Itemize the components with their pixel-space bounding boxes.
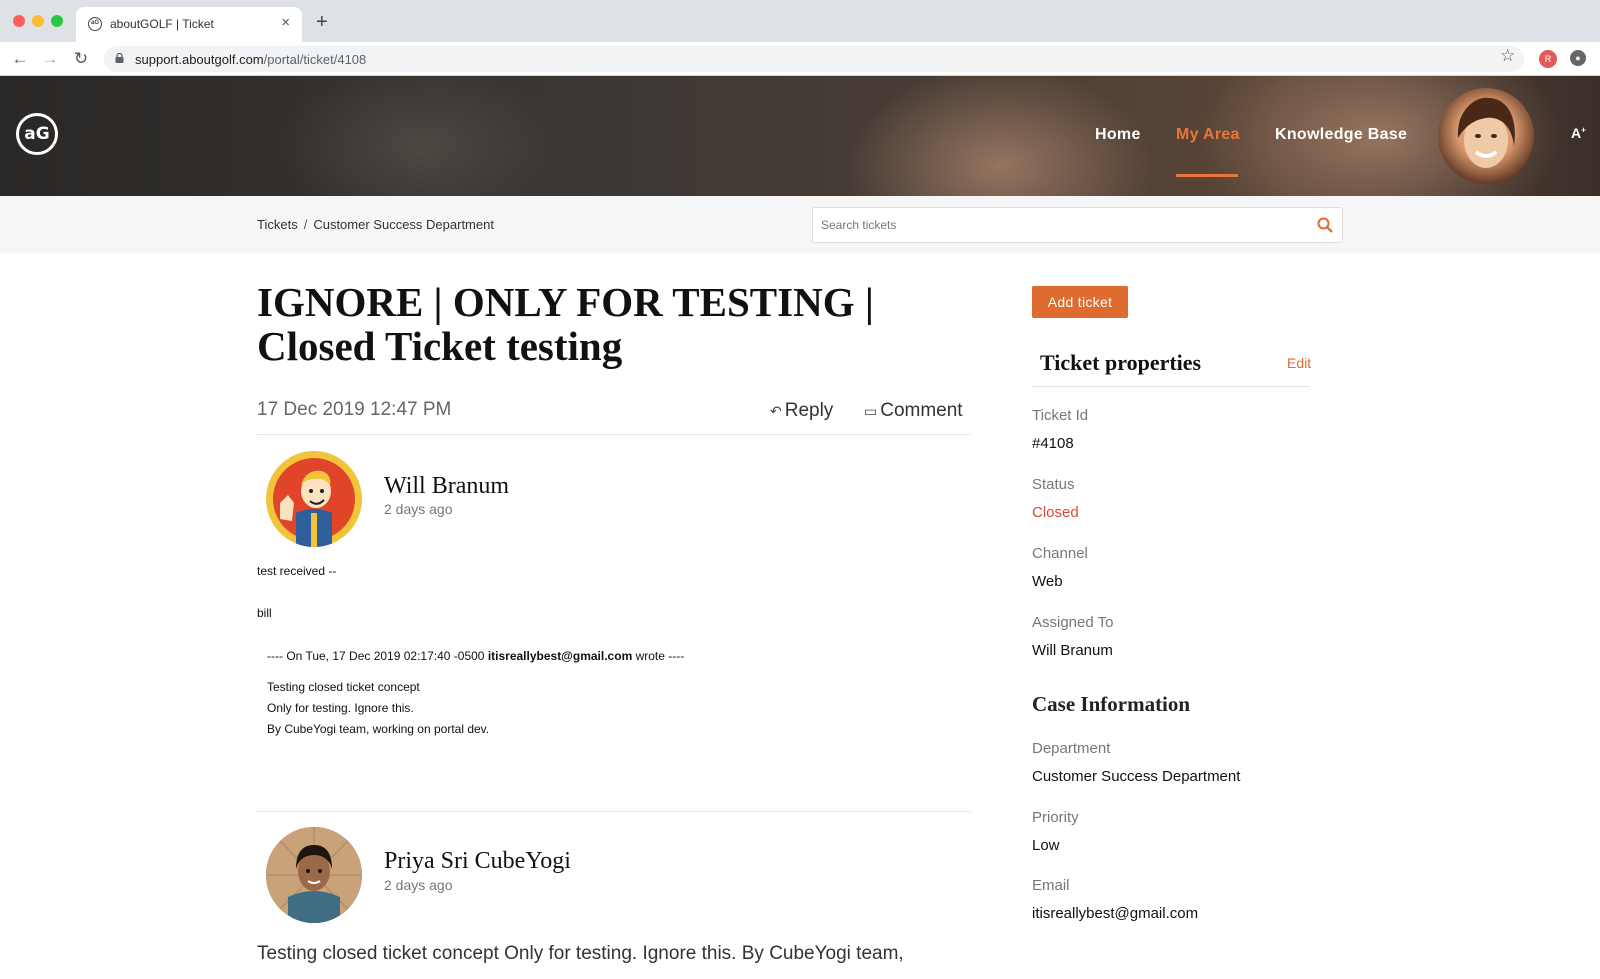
message-body: Testing closed ticket concept Only for t…: [257, 943, 904, 964]
browser-toolbar: ← → ↻ support.aboutgolf.com/portal/ticke…: [0, 42, 1600, 76]
message-line: bill: [257, 606, 272, 620]
case-information-title: Case Information: [1032, 692, 1191, 716]
prop-label-channel: Channel: [1032, 545, 1088, 562]
breadcrumb: Tickets / Customer Success Department: [257, 217, 494, 232]
user-avatar[interactable]: [1438, 88, 1534, 184]
favicon-icon: aG: [88, 17, 102, 31]
author-avatar-image: [266, 827, 362, 923]
window-maximize-button[interactable]: [51, 15, 63, 27]
breadcrumb-department[interactable]: Customer Success Department: [313, 217, 494, 232]
browser-tab-bar: aG aboutGOLF | Ticket × +: [0, 0, 1600, 42]
url-text: support.aboutgolf.com/portal/ticket/4108: [135, 52, 367, 67]
prop-value-priority: Low: [1032, 837, 1060, 854]
comment-button[interactable]: ▭ Comment: [864, 400, 963, 422]
reload-icon[interactable]: ↻: [70, 48, 92, 70]
search-input[interactable]: [821, 216, 1301, 234]
search-box: [812, 207, 1343, 243]
author-name: Priya Sri CubeYogi: [384, 848, 571, 874]
breadcrumb-tickets[interactable]: Tickets: [257, 217, 298, 232]
prop-label-priority: Priority: [1032, 809, 1079, 826]
author-name: Will Branum: [384, 473, 510, 499]
address-bar[interactable]: support.aboutgolf.com/portal/ticket/4108: [104, 46, 1524, 72]
reply-icon: ↶: [770, 403, 782, 419]
add-ticket-button[interactable]: Add ticket: [1032, 286, 1128, 318]
site-logo[interactable]: aG: [16, 113, 58, 155]
prop-label-ticket-id: Ticket Id: [1032, 407, 1089, 424]
prop-value-email: itisreallybest@gmail.com: [1032, 905, 1199, 922]
author-avatar: [266, 451, 362, 547]
author-avatar: [266, 827, 362, 923]
nav-knowledge-base[interactable]: Knowledge Base: [1275, 126, 1407, 144]
prop-value-channel: Web: [1032, 573, 1063, 590]
prop-label-email: Email: [1032, 877, 1070, 894]
status-badge: Closed: [1032, 504, 1079, 521]
author-avatar-image: [267, 452, 361, 547]
quote-email: itisreallybest@gmail.com: [487, 649, 633, 663]
site-header: aG Home My Area Knowledge Base A+: [0, 76, 1600, 196]
font-size-icon[interactable]: A+: [1571, 125, 1586, 141]
edit-button[interactable]: Edit: [1287, 355, 1311, 371]
prop-value-assigned-to: Will Branum: [1032, 642, 1113, 659]
extension-icon[interactable]: ●: [1570, 50, 1586, 66]
breadcrumb-bar: Tickets / Customer Success Department: [0, 196, 1600, 253]
user-avatar-image: [1457, 97, 1515, 168]
ticket-properties-title: Ticket properties: [1040, 350, 1202, 375]
quote-header: ---- On Tue, 17 Dec 2019 02:17:40 -0500 …: [267, 649, 685, 663]
window-close-button[interactable]: [13, 15, 25, 27]
star-icon[interactable]: ☆: [1500, 46, 1515, 66]
search-icon[interactable]: [1317, 217, 1333, 233]
author-time: 2 days ago: [384, 877, 453, 893]
nav-my-area[interactable]: My Area: [1176, 126, 1240, 144]
quote-line: Only for testing. Ignore this.: [267, 701, 414, 715]
close-icon[interactable]: ×: [281, 15, 290, 31]
divider: [1032, 386, 1310, 387]
tab-title: aboutGOLF | Ticket: [110, 17, 214, 31]
prop-value-ticket-id: #4108: [1032, 435, 1074, 452]
browser-tab[interactable]: aG aboutGOLF | Ticket ×: [76, 7, 302, 42]
divider: [257, 434, 971, 435]
prop-label-assigned-to: Assigned To: [1032, 614, 1114, 631]
quote-line: By CubeYogi team, working on portal dev.: [267, 722, 490, 736]
breadcrumb-separator: /: [303, 217, 308, 232]
reply-button[interactable]: ↶ Reply: [770, 400, 833, 422]
prop-label-department: Department: [1032, 740, 1111, 757]
back-icon[interactable]: ←: [9, 48, 31, 70]
author-time: 2 days ago: [384, 501, 453, 517]
prop-label-status: Status: [1032, 476, 1075, 493]
prop-value-department: Customer Success Department: [1032, 768, 1241, 785]
nav-active-indicator: [1176, 174, 1238, 177]
message-line: test received --: [257, 564, 337, 578]
forward-icon[interactable]: →: [39, 48, 61, 70]
ticket-title: IGNORE | ONLY FOR TESTING | Closed Ticke…: [257, 279, 874, 369]
quote-line: Testing closed ticket concept: [267, 680, 420, 694]
nav-home[interactable]: Home: [1095, 126, 1141, 144]
comment-icon: ▭: [864, 403, 878, 419]
profile-avatar[interactable]: R: [1539, 50, 1557, 68]
plus-icon[interactable]: +: [316, 12, 328, 32]
lock-icon: [115, 53, 124, 63]
window-minimize-button[interactable]: [32, 15, 44, 27]
divider: [257, 811, 971, 812]
ticket-date: 17 Dec 2019 12:47 PM: [257, 399, 452, 420]
